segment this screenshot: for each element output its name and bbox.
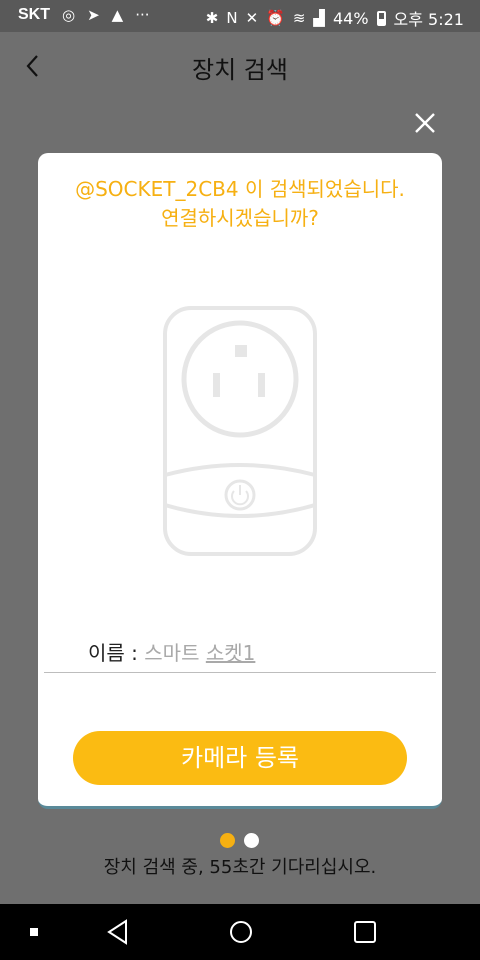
name-value[interactable]: 스마트 소켓1 xyxy=(144,641,255,665)
recents-nav-icon[interactable] xyxy=(352,918,378,946)
home-nav-icon[interactable] xyxy=(228,918,254,946)
page-title: 장치 검색 xyxy=(192,56,288,84)
signal-icon: ▟ xyxy=(313,9,325,27)
overflow-indicator: ··· xyxy=(135,6,150,24)
back-nav-icon[interactable] xyxy=(106,918,130,946)
page-indicator xyxy=(220,833,259,848)
name-label: 이름 : xyxy=(88,641,145,665)
battery-percent: 44% xyxy=(332,8,369,28)
register-camera-button[interactable]: 카메라 등록 xyxy=(73,731,407,785)
close-icon xyxy=(415,113,435,133)
browser-icon: ◎ xyxy=(62,6,76,24)
status-bar: SKT ◎ ➤ ▲ ··· ✱ N ✕ ⏰ ≋ ▟ 44% 오후 5:21 xyxy=(0,0,480,32)
page-dot-1 xyxy=(220,833,235,848)
name-underline-divider xyxy=(44,672,436,673)
nfc-icon: N xyxy=(226,9,238,27)
dot-icon xyxy=(30,928,38,936)
name-value-part2: 소켓1 xyxy=(205,641,256,665)
close-button[interactable] xyxy=(412,110,438,136)
clock: 오후 5:21 xyxy=(393,10,464,29)
app-header: 장치 검색 xyxy=(0,32,480,102)
navigation-icon: ▲ xyxy=(111,6,124,24)
device-name-field[interactable]: 이름 : 스마트 소켓1 xyxy=(88,637,255,666)
smart-socket-icon xyxy=(163,306,317,556)
system-nav-bar xyxy=(0,904,480,960)
search-status-text: 장치 검색 중, 55초간 기다리십시오. xyxy=(103,857,377,878)
dialog-message-line1: @SOCKET_2CB4 이 검색되었습니다. xyxy=(75,177,405,201)
device-found-dialog: @SOCKET_2CB4 이 검색되었습니다. 연결하시겠습니까? 이름 : 스… xyxy=(38,153,442,809)
battery-icon xyxy=(376,10,386,26)
dialog-message-line2: 연결하시겠습니까? xyxy=(161,206,319,230)
carrier-label: SKT xyxy=(18,6,50,23)
name-value-part1: 스마트 xyxy=(144,641,206,665)
telegram-icon: ➤ xyxy=(87,6,100,24)
page-dot-2 xyxy=(244,833,259,848)
wifi-icon: ≋ xyxy=(292,9,306,27)
bluetooth-icon: ✱ xyxy=(205,9,219,27)
mute-icon: ✕ xyxy=(245,9,259,27)
alarm-icon: ⏰ xyxy=(266,9,285,27)
dialog-message: @SOCKET_2CB4 이 검색되었습니다. 연결하시겠습니까? xyxy=(38,175,442,233)
